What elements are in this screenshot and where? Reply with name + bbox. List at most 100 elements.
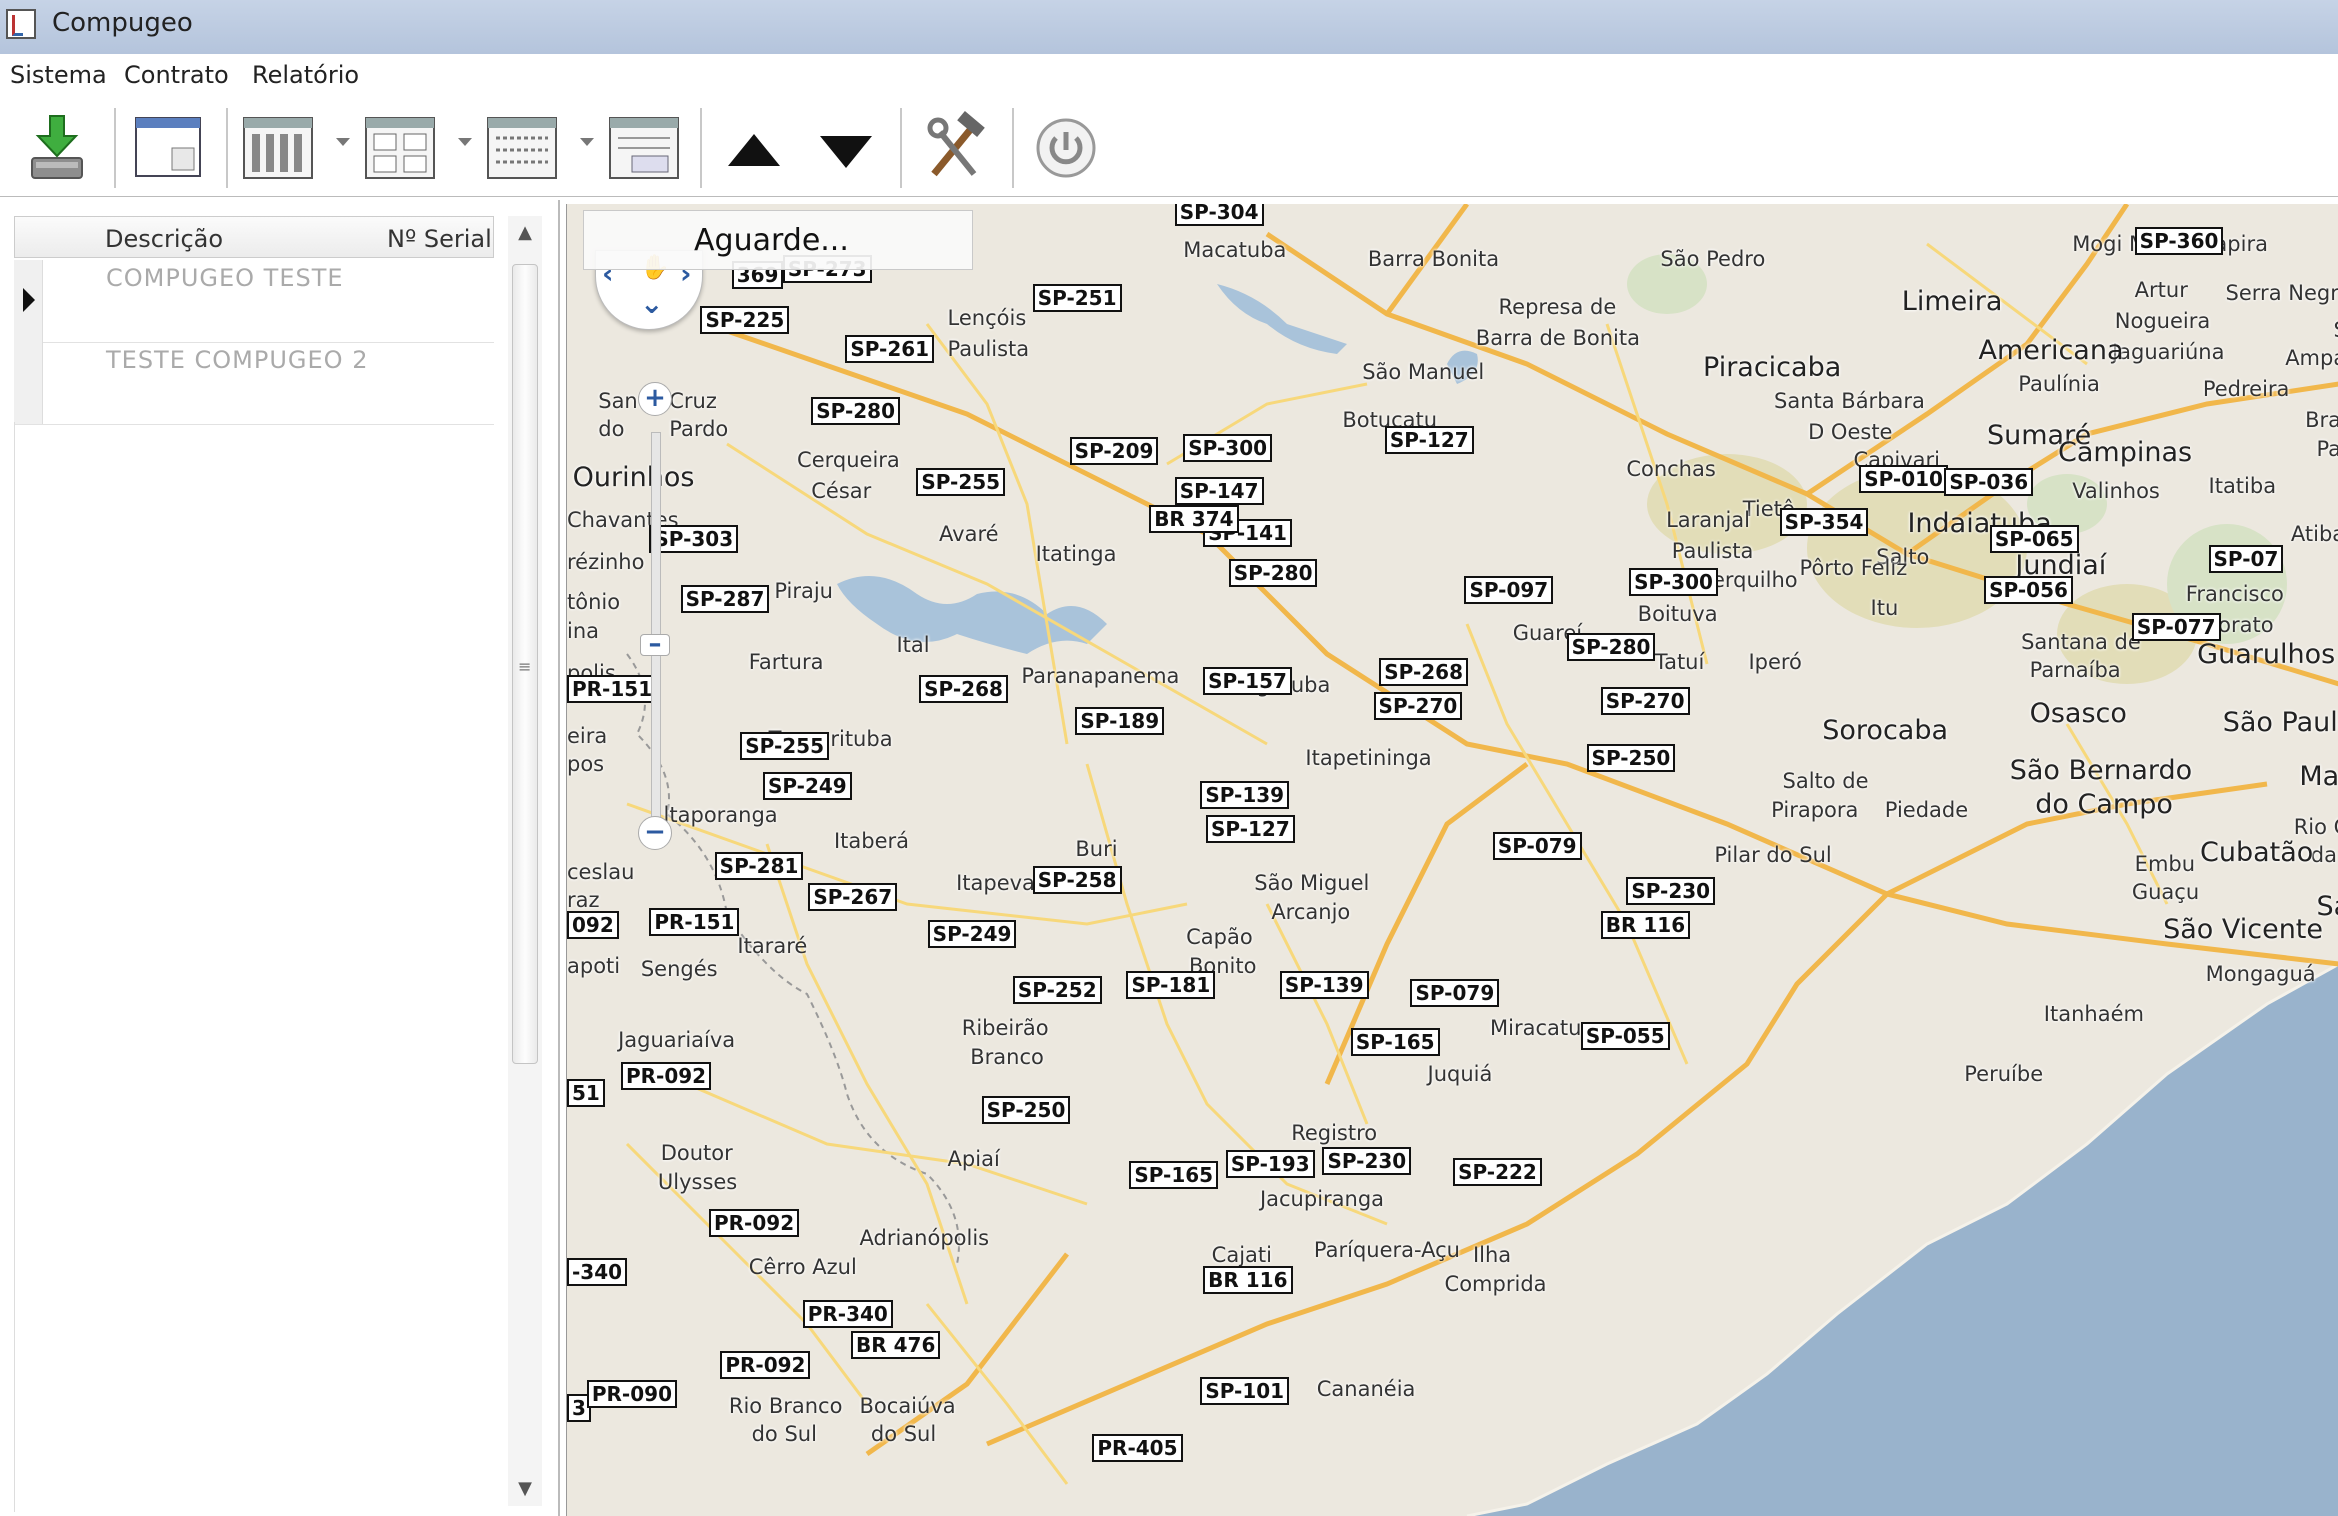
city-label: Santa Bárbara xyxy=(1774,388,1925,413)
window-title-bar: Compugeo xyxy=(0,0,2338,54)
row-selector[interactable] xyxy=(14,260,43,342)
city-label: Mongaguá xyxy=(2205,962,2316,987)
grid-dropdown-arrow[interactable] xyxy=(458,138,472,146)
city-label: Itapetininga xyxy=(1305,746,1432,771)
column-header-descricao[interactable]: Descrição xyxy=(105,225,223,253)
city-label: Piraju xyxy=(774,578,833,603)
list-dropdown-arrow[interactable] xyxy=(580,138,594,146)
highway-shield: SP-189 xyxy=(1075,706,1165,735)
loading-text: Aguarde... xyxy=(694,223,849,258)
scroll-down-icon[interactable]: ▼ xyxy=(508,1472,542,1506)
tools-button[interactable] xyxy=(914,108,994,188)
highway-shield: SP-267 xyxy=(808,882,898,911)
city-label: raz xyxy=(567,888,600,913)
city-label: Nogueira xyxy=(2114,309,2211,334)
city-label: Paulista xyxy=(947,337,1030,362)
menu-sistema[interactable]: Sistema xyxy=(10,61,107,89)
city-label: Itu xyxy=(1870,595,1899,620)
highway-shield: 092 xyxy=(567,911,619,940)
toolbar-separator xyxy=(1012,108,1014,188)
loading-message: Aguarde... xyxy=(583,210,973,270)
download-icon xyxy=(31,115,83,179)
list-button[interactable] xyxy=(482,108,562,188)
city-label: Branco xyxy=(970,1044,1044,1069)
highway-shield: 51 xyxy=(567,1078,605,1107)
city-label: Itaberá xyxy=(833,828,910,853)
city-label: Laranjal xyxy=(1666,507,1750,532)
city-label: D Oeste xyxy=(1808,419,1893,444)
column-header-serial[interactable]: Nº Serial xyxy=(387,225,492,253)
highway-shield: SP-300 xyxy=(1183,434,1273,463)
city-label: da Serra xyxy=(2310,843,2338,867)
city-label: Americana xyxy=(1978,334,2124,366)
highway-shield: SP-193 xyxy=(1225,1149,1315,1178)
menu-relatorio[interactable]: Relatório xyxy=(252,61,359,89)
highway-shield: SP-036 xyxy=(1944,468,2034,497)
city-label: Limeira xyxy=(1901,286,2003,318)
map-view[interactable]: Macatuba Barra Bonita São Pedro Mogi Mirim I… xyxy=(566,204,2338,1516)
highway-shield: PR-405 xyxy=(1092,1433,1183,1462)
city-label: Barra de Bonita xyxy=(1475,326,1640,351)
highway-shield: SP-056 xyxy=(1984,576,2073,605)
move-down-button[interactable] xyxy=(806,108,886,188)
highway-shield: SP-280 xyxy=(1566,632,1656,661)
city-label: Pardo xyxy=(669,417,729,441)
city-label: Paranapanema xyxy=(1021,664,1180,689)
download-button[interactable] xyxy=(18,108,98,188)
city-label: Conchas xyxy=(1626,456,1716,481)
city-label: Itatinga xyxy=(1035,541,1117,566)
highway-shield: BR 374 xyxy=(1149,505,1239,534)
pan-down-icon[interactable]: ⌄ xyxy=(640,287,663,320)
highway-shield: SP-360 xyxy=(2134,226,2224,255)
window-button[interactable] xyxy=(128,108,208,188)
city-label: Sengés xyxy=(640,956,718,981)
city-label: Pôrto Feliz xyxy=(1799,556,1908,581)
export-xls-button[interactable] xyxy=(604,108,684,188)
city-label: Doutor xyxy=(660,1141,733,1166)
city-label: São Pedro xyxy=(1660,246,1766,271)
city-label: Peruíbe xyxy=(1964,1061,2044,1086)
highway-shield: SP-165 xyxy=(1129,1161,1219,1190)
toolbar-separator xyxy=(226,108,228,188)
highway-shield: SP-139 xyxy=(1200,780,1290,809)
columns-button[interactable] xyxy=(238,108,318,188)
highway-shield: SP-079 xyxy=(1410,979,1500,1008)
highway-shield: PR-151 xyxy=(649,908,740,937)
city-label: Boituva xyxy=(1637,601,1718,626)
highway-shield: -340 xyxy=(567,1257,628,1286)
city-label: do Sul xyxy=(870,1422,937,1447)
city-label: Lençóis xyxy=(947,306,1027,331)
grid-scrollbar[interactable]: ▲ ≡ ▼ xyxy=(508,216,542,1506)
city-label: Bragança xyxy=(2305,408,2338,433)
city-label: ceslau xyxy=(567,860,635,885)
city-label: Jacupiranga xyxy=(1259,1186,1385,1211)
zoom-in-icon[interactable]: + xyxy=(638,382,672,416)
city-label: Rio Grande xyxy=(2293,814,2338,839)
city-label: Cajati xyxy=(1211,1243,1272,1268)
table-row[interactable]: COMPUGEO TESTE xyxy=(14,260,494,343)
highway-shield: SP-157 xyxy=(1203,666,1292,695)
highway-shield: SP-127 xyxy=(1206,814,1295,843)
scroll-up-icon[interactable]: ▲ xyxy=(508,216,542,250)
columns-dropdown-arrow[interactable] xyxy=(336,138,350,146)
table-row[interactable]: TESTE COMPUGEO 2 xyxy=(14,342,494,425)
highway-shield: SP-251 xyxy=(1032,283,1122,312)
row-selector[interactable] xyxy=(14,342,43,424)
highway-shield: SP-300 xyxy=(1629,567,1718,596)
zoom-out-icon[interactable]: − xyxy=(638,816,672,850)
highway-shield: BR 116 xyxy=(1203,1266,1293,1295)
grid-button[interactable] xyxy=(360,108,440,188)
highway-shield: SP-249 xyxy=(927,919,1017,948)
city-label: ina xyxy=(567,618,600,643)
menu-contrato[interactable]: Contrato xyxy=(124,61,229,89)
toolbar-separator xyxy=(114,108,116,188)
city-label: Salto de xyxy=(1782,769,1869,794)
power-button[interactable] xyxy=(1026,108,1106,188)
move-up-button[interactable] xyxy=(714,108,794,188)
city-label: Tatuí xyxy=(1654,649,1705,674)
highway-shield: SP-303 xyxy=(649,524,739,553)
zoom-handle[interactable]: – xyxy=(640,631,670,657)
highway-shield: SP-079 xyxy=(1492,831,1582,860)
city-label: Bocaiúva xyxy=(859,1393,956,1418)
grid-empty-area xyxy=(14,422,495,1512)
